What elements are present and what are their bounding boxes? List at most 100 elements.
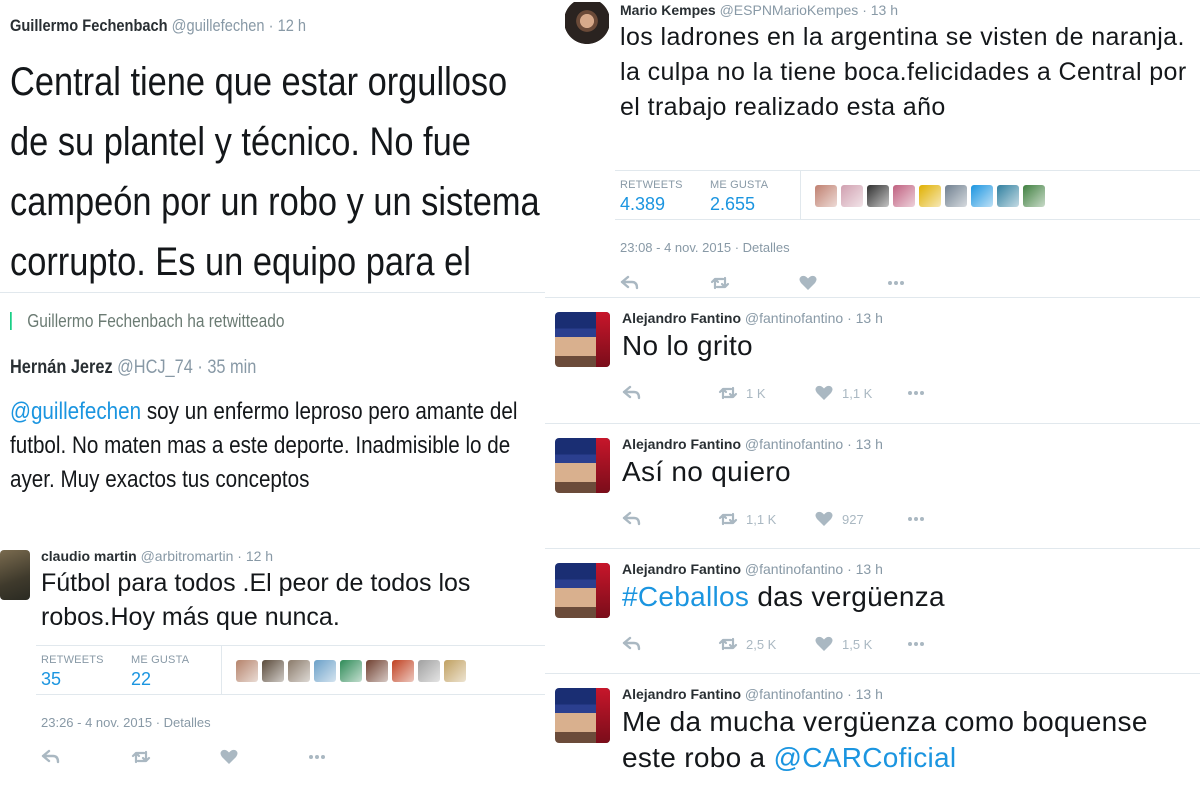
more-button[interactable] [886,274,906,292]
retweet-button[interactable]: 2,5 K [718,635,776,653]
like-button[interactable]: 927 [814,510,864,528]
tweet-text-rest: das vergüenza [749,581,945,612]
liker-avatar[interactable] [945,185,967,207]
author-handle[interactable]: @HCJ_74 [117,357,193,378]
tweet-header: Mario Kempes @ESPNMarioKempes · 13 h [620,2,898,18]
avatar[interactable] [565,2,609,52]
retweet-count: 1,1 K [746,511,777,527]
avatar[interactable] [0,550,30,600]
more-button[interactable] [906,510,926,528]
liker-avatar[interactable] [1023,185,1045,207]
retweets-stat[interactable]: RETWEETS 4.389 [620,179,683,215]
liker-avatar[interactable] [867,185,889,207]
author-name[interactable]: Alejandro Fantino [622,436,741,452]
author-name[interactable]: claudio martin [41,548,137,564]
tweet-text: Central tiene que estar orgulloso de su … [10,60,540,284]
likes-stat[interactable]: ME GUSTA 2.655 [710,179,768,215]
reply-button[interactable] [622,635,642,653]
like-button[interactable]: 1,1 K [814,384,872,402]
author-name[interactable]: Alejandro Fantino [622,310,741,326]
retweet-icon [10,312,22,330]
author-handle[interactable]: @ESPNMarioKempes [720,2,859,18]
tweet-time[interactable]: 13 h [856,436,883,452]
likes-stat[interactable]: ME GUSTA 22 [131,654,189,690]
reply-icon [622,511,641,526]
avatar[interactable] [555,563,610,618]
likes-count: 2.655 [710,194,756,214]
reply-button[interactable] [41,748,61,766]
liker-avatar[interactable] [262,660,284,682]
reply-button[interactable] [622,510,642,528]
tweet-date[interactable]: 23:08 - 4 nov. 2015 [620,240,731,255]
retweets-count: 35 [41,669,62,689]
tweet-time[interactable]: 12 h [246,548,273,564]
tweet-date[interactable]: 23:26 - 4 nov. 2015 [41,715,152,730]
more-button[interactable] [906,635,926,653]
like-button[interactable] [798,274,818,292]
author-name[interactable]: Guillermo Fechenbach [10,16,168,35]
author-handle[interactable]: @guillefechen [172,16,265,35]
tweet-text: Fútbol para todos .El peor de todos los … [41,569,471,631]
liker-avatar[interactable] [815,185,837,207]
tweet-header: Alejandro Fantino @fantinofantino · 13 h [622,436,883,452]
retweet-button[interactable] [710,274,730,292]
liker-avatar[interactable] [893,185,915,207]
tweet-time[interactable]: 13 h [856,561,883,577]
reply-icon [41,749,60,764]
avatar[interactable] [555,312,610,367]
heart-icon [220,749,238,764]
tweet-header: Guillermo Fechenbach @guillefechen · 12 … [10,16,307,35]
liker-avatar[interactable] [997,185,1019,207]
tweet-time[interactable]: 13 h [856,686,883,702]
liker-avatar[interactable] [841,185,863,207]
author-handle[interactable]: @fantinofantino [745,436,843,452]
author-handle[interactable]: @fantinofantino [745,561,843,577]
mention-link[interactable]: @CARCoficial [773,742,956,773]
liker-avatar[interactable] [340,660,362,682]
hashtag-link[interactable]: #Ceballos [622,581,749,612]
reply-button[interactable] [620,274,640,292]
liker-avatar[interactable] [418,660,440,682]
liker-avatar[interactable] [971,185,993,207]
tweet-time[interactable]: 13 h [871,2,898,18]
author-handle[interactable]: @arbitromartin [141,548,234,564]
details-link[interactable]: Detalles [743,240,790,255]
more-icon [888,281,904,285]
tweet-time[interactable]: 13 h [856,310,883,326]
retweet-button[interactable]: 1,1 K [718,510,776,528]
more-button[interactable] [307,748,327,766]
retweet-button[interactable] [131,748,151,766]
liker-avatar[interactable] [236,660,258,682]
retweets-stat[interactable]: RETWEETS 35 [41,654,104,690]
tweet-time[interactable]: 35 min [207,357,256,378]
reply-button[interactable] [622,384,642,402]
avatar[interactable] [555,688,610,743]
like-button[interactable] [219,748,239,766]
author-name[interactable]: Alejandro Fantino [622,686,741,702]
author-handle[interactable]: @fantinofantino [745,310,843,326]
author-name[interactable]: Hernán Jerez [10,357,113,378]
details-link[interactable]: Detalles [164,715,211,730]
more-button[interactable] [906,384,926,402]
retweet-icon [131,750,151,764]
tweet-actions: 2,5 K 1,5 K [622,635,1122,659]
mention-link[interactable]: @guillefechen [10,398,141,425]
tweet-time[interactable]: 12 h [278,16,306,35]
liker-avatar[interactable] [314,660,336,682]
retweet-button[interactable]: 1 K [718,384,766,402]
avatar[interactable] [555,438,610,493]
tweet-header: Hernán Jerez @HCJ_74 · 35 min [10,357,257,378]
author-name[interactable]: Alejandro Fantino [622,561,741,577]
liker-avatar[interactable] [444,660,466,682]
heart-icon [815,385,833,400]
retweet-context-text[interactable]: Guillermo Fechenbach ha retwitteado [27,311,284,331]
tweet-dateline: 23:08 - 4 nov. 2015 · Detalles [620,240,790,255]
more-icon [908,391,924,395]
liker-avatar[interactable] [392,660,414,682]
liker-avatar[interactable] [919,185,941,207]
author-handle[interactable]: @fantinofantino [745,686,843,702]
liker-avatar[interactable] [366,660,388,682]
liker-avatar[interactable] [288,660,310,682]
author-name[interactable]: Mario Kempes [620,2,716,18]
like-button[interactable]: 1,5 K [814,635,872,653]
